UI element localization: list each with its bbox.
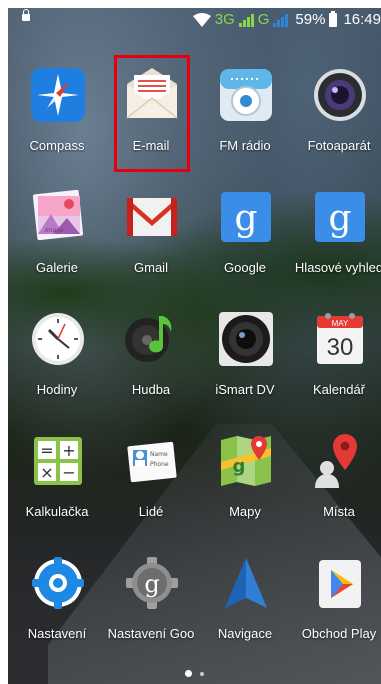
app-label: Fotoaparát <box>307 138 371 153</box>
fm-radio-icon <box>220 69 272 121</box>
app-label: Galerie <box>36 260 78 275</box>
app-label: Kalkulačka <box>25 504 89 519</box>
app-label: Kalendář <box>312 382 366 397</box>
ismart-dv-icon <box>219 312 273 366</box>
app-label: Gmail <box>134 260 168 275</box>
svg-text:g: g <box>144 570 159 598</box>
page-indicator <box>8 670 381 677</box>
app-label: Obchod Play <box>301 626 377 641</box>
calendar-day: 30 <box>327 334 354 361</box>
lock-icon <box>22 9 30 21</box>
google-icon: g <box>221 192 271 242</box>
clock-icon <box>32 313 84 365</box>
app-label: Nastavení Goo <box>107 626 195 641</box>
app-label: Mapy <box>229 504 261 519</box>
app-label: Nastavení <box>27 626 87 641</box>
play-store-icon <box>319 560 361 608</box>
battery-percent: 59% <box>295 11 326 28</box>
status-right: 3G G 59% 16:49 <box>192 10 381 28</box>
voice-search-icon: g <box>315 192 365 242</box>
battery-icon <box>329 10 338 27</box>
app-label: Google <box>224 260 266 275</box>
svg-text:−: − <box>62 463 75 482</box>
app-label: Hlasové vyhled <box>294 260 381 275</box>
signal-icon-2 <box>273 13 289 27</box>
home-screen: 3G G 59% 16:49 Compass E-mail FM rádio F… <box>8 8 381 684</box>
app-label: Hodiny <box>36 382 78 397</box>
svg-text:=: = <box>40 441 53 460</box>
gallery-image-text: Image <box>45 227 64 234</box>
svg-text:+: + <box>62 441 75 460</box>
google-settings-icon: g <box>126 557 178 609</box>
calculator-icon: = + × − <box>34 437 82 485</box>
settings-icon <box>32 557 84 609</box>
svg-text:×: × <box>40 463 53 482</box>
app-label: Compass <box>29 138 85 153</box>
app-label: Místa <box>323 504 355 519</box>
contacts-icon: Name Phone <box>127 441 177 483</box>
maps-icon: g <box>221 436 271 486</box>
compass-icon <box>31 68 85 122</box>
signal-icon <box>238 13 254 27</box>
music-icon <box>125 316 172 362</box>
calendar-icon: MAY 30 <box>317 313 363 364</box>
wifi-icon <box>192 12 211 27</box>
calendar-month: MAY <box>332 319 349 328</box>
app-label: Lidé <box>138 504 164 519</box>
places-icon <box>315 434 357 488</box>
svg-text:g: g <box>328 198 351 239</box>
app-label: iSmart DV <box>215 382 275 397</box>
card-name: Name <box>150 451 168 458</box>
app-label: Navigace <box>217 626 273 641</box>
gmail-icon <box>127 198 177 236</box>
svg-text:g: g <box>233 456 246 477</box>
clock-time: 16:49 <box>343 11 381 28</box>
page-dot[interactable] <box>200 671 204 676</box>
page-dot-active[interactable] <box>185 670 192 677</box>
app-label: FM rádio <box>219 138 271 153</box>
app-label: Hudba <box>131 382 171 397</box>
navigation-icon <box>225 558 267 608</box>
card-phone: Phone <box>150 461 169 468</box>
gallery-icon: Image <box>32 189 84 241</box>
camera-icon <box>314 69 366 121</box>
svg-text:g: g <box>234 198 257 239</box>
email-highlight-box <box>114 55 190 172</box>
status-bar: 3G G 59% 16:49 <box>8 8 381 34</box>
network-3g: 3G <box>214 11 235 28</box>
network-g: G <box>257 11 270 28</box>
